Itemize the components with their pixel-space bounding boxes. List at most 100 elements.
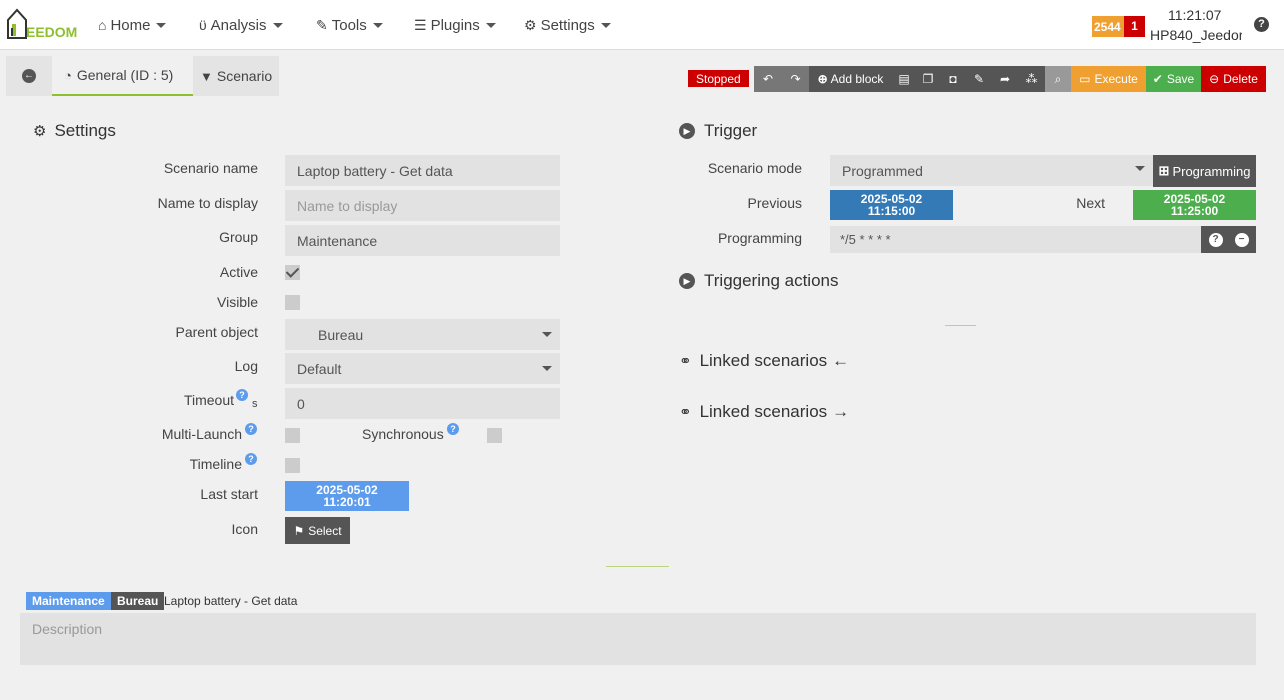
trigger-title: ▶ Trigger <box>679 121 757 141</box>
save-button[interactable]: ✔ Save <box>1146 66 1201 92</box>
next-time: 11:25:00 <box>1170 204 1219 218</box>
execute-button[interactable]: ▭ Execute <box>1071 66 1146 92</box>
dashboard-icon: ◔ <box>64 67 72 83</box>
display-name-label: Name to display <box>157 195 258 211</box>
programming-button[interactable]: ⊞ Programming <box>1153 155 1256 187</box>
multilaunch-checkbox[interactable] <box>285 428 300 443</box>
group-label: Group <box>219 229 258 245</box>
alert-count-badge[interactable]: 1 <box>1124 16 1145 37</box>
tab-general[interactable]: ◔ General (ID : 5) <box>52 56 193 96</box>
log-value: Default <box>297 361 342 377</box>
help-icon[interactable]: ? <box>1208 232 1223 247</box>
visible-checkbox[interactable] <box>285 295 300 310</box>
hostname[interactable]: HP840_Jeedom <box>1150 27 1242 43</box>
search-button[interactable]: ⌕ <box>1045 66 1071 92</box>
jeedom-logo[interactable]: EEDOM <box>6 6 80 42</box>
nav-analysis[interactable]: ϋ Analysis <box>199 0 283 50</box>
caret-down-icon <box>1135 166 1145 171</box>
arrow-left-icon: ← <box>832 351 850 370</box>
caret-down-icon <box>542 366 552 371</box>
triggering-actions-title[interactable]: ▶ Triggering actions <box>679 271 839 291</box>
synchronous-checkbox[interactable] <box>487 428 502 443</box>
scenario-toolbar: ↶ ↷ ⊕ Add block ▤ ❐ ◘ ✎ ➦ ⁂ ⌕ ▭ Execute … <box>754 66 1266 92</box>
message-count-badge[interactable]: 2544 <box>1092 16 1125 37</box>
scenario-mode-label: Scenario mode <box>707 160 802 176</box>
undo-button[interactable]: ↶ <box>754 66 782 92</box>
timeline-checkbox[interactable] <box>285 458 300 473</box>
dependencies-button[interactable]: ⁂ <box>1018 66 1045 92</box>
linked-scenarios-out-title: ⚭ Linked scenarios → <box>679 402 849 422</box>
nav-home[interactable]: ⌂ Home <box>98 0 167 50</box>
cron-actions: ? − <box>1201 226 1256 253</box>
template-button[interactable]: ◘ <box>940 66 966 92</box>
nav-plugins[interactable]: ☰ Plugins <box>414 0 496 50</box>
nav-settings[interactable]: ⚙ Settings <box>524 0 611 50</box>
active-checkbox[interactable] <box>285 265 300 280</box>
cron-input[interactable]: */5 * * * * <box>830 226 1201 253</box>
users-cog-icon: ⚙ <box>33 123 47 140</box>
copy-icon: ❐ <box>922 72 934 86</box>
next-label: Next <box>1076 195 1105 211</box>
programming-label: Programming <box>717 230 802 246</box>
parent-object-label: Parent object <box>175 324 259 340</box>
scenario-name-input[interactable]: Laptop battery - Get data <box>285 155 560 186</box>
file-icon: ▤ <box>898 72 910 86</box>
icon-label: Icon <box>231 521 258 537</box>
minus-circle-icon: ⊖ <box>1209 72 1220 86</box>
gear-icon: ⚙ <box>524 16 537 33</box>
link-icon: ⚭ <box>679 353 692 370</box>
arrow-left-icon: ← <box>22 69 36 83</box>
nav-tools[interactable]: ✎ Tools <box>316 0 383 50</box>
divider <box>945 325 976 326</box>
log-label: Log <box>234 358 258 374</box>
plus-circle-icon: ⊕ <box>817 72 828 86</box>
log-select[interactable]: Default <box>285 353 560 384</box>
wrench-icon: ✎ <box>316 16 328 33</box>
duplicate-button[interactable]: ❐ <box>916 66 940 92</box>
parent-object-select[interactable]: Bureau <box>285 319 560 350</box>
description-textarea[interactable]: Description <box>20 613 1256 665</box>
list-icon: ☰ <box>414 16 427 33</box>
caret-down-icon <box>372 22 383 28</box>
display-name-input[interactable]: Name to display <box>285 190 560 221</box>
back-button[interactable]: ← <box>6 56 52 96</box>
timeout-unit: s <box>252 398 258 410</box>
tab-scenario[interactable]: ▼ Scenario <box>193 56 279 96</box>
last-start-badge: 2025-05-02 11:20:01 <box>285 481 409 511</box>
search-icon: ⌕ <box>1054 71 1062 86</box>
redo-button[interactable]: ↷ <box>782 66 809 92</box>
last-start-time: 11:20:01 <box>323 495 371 509</box>
select-icon-button[interactable]: ⚑ Select <box>285 517 350 544</box>
select-icon-label: Select <box>308 523 342 538</box>
scenario-mode-value: Programmed <box>842 163 923 179</box>
status-badge: Stopped <box>688 70 749 87</box>
help-icon[interactable]: ? <box>447 423 459 435</box>
logs-button[interactable]: ▤ <box>892 66 916 92</box>
group-input[interactable]: Maintenance <box>285 225 560 256</box>
stethoscope-icon: ϋ <box>199 17 207 33</box>
cubes-icon: ⁂ <box>1025 72 1038 86</box>
house-logo-icon <box>7 8 27 39</box>
scenario-mode-select[interactable]: Programmed <box>830 155 1153 186</box>
help-icon[interactable]: ? <box>245 453 257 465</box>
linked-out-text: Linked scenarios <box>699 402 828 421</box>
timeout-label: Timeout <box>183 392 234 408</box>
help-icon[interactable]: ? <box>1254 17 1269 32</box>
remove-icon[interactable]: − <box>1234 232 1249 247</box>
previous-run-badge: 2025-05-02 11:15:00 <box>830 190 953 220</box>
timeline-label: Timeline <box>189 456 242 472</box>
caret-down-icon <box>272 22 283 28</box>
help-icon[interactable]: ? <box>236 389 248 401</box>
home-icon: ⌂ <box>98 17 107 33</box>
timeout-input[interactable]: 0 <box>285 388 560 419</box>
delete-button[interactable]: ⊖ Delete <box>1201 66 1266 92</box>
multilaunch-label: Multi-Launch <box>161 426 242 442</box>
edit-button[interactable]: ✎ <box>966 66 992 92</box>
export-button[interactable]: ➦ <box>992 66 1018 92</box>
programming-button-label: Programming <box>1172 163 1251 179</box>
check-circle-icon: ✔ <box>1152 72 1163 86</box>
gamepad-icon: ▭ <box>1079 72 1091 86</box>
add-block-button[interactable]: ⊕ Add block <box>809 66 892 92</box>
play-circle-icon: ▶ <box>679 273 695 289</box>
help-icon[interactable]: ? <box>245 423 257 435</box>
